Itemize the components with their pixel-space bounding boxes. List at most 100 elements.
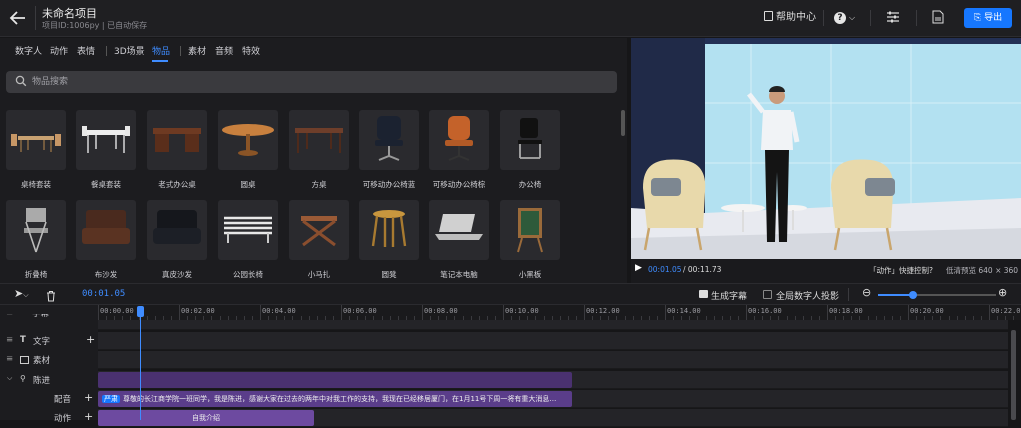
item-card[interactable]: 布沙发 xyxy=(76,200,136,280)
track-header-material[interactable]: ≡ 素材 xyxy=(0,351,98,370)
track-header-person[interactable]: ⌵ ⚲ 陈进 xyxy=(0,371,98,390)
tab-divider xyxy=(106,46,107,56)
tab-material[interactable]: 素材 xyxy=(188,44,206,57)
item-card[interactable]: 公园长椅 xyxy=(218,200,278,280)
item-card[interactable]: 圆凳 xyxy=(359,200,419,280)
help-center-label: 帮助中心 xyxy=(776,12,816,23)
search-input[interactable] xyxy=(32,74,592,90)
add-action-icon[interactable]: + xyxy=(84,410,93,423)
export-button[interactable]: ⎘ 导出 xyxy=(964,8,1012,28)
timeline-current-time: 00:01.05 xyxy=(82,289,126,299)
panel-scrollbar[interactable] xyxy=(621,110,625,136)
settings-sliders-icon[interactable] xyxy=(886,10,900,26)
ruler-tick xyxy=(98,305,99,320)
select-cursor-icon[interactable]: ➤⌵ xyxy=(14,287,29,300)
drag-handle-icon: ≡ xyxy=(6,314,13,318)
add-voice-icon[interactable]: + xyxy=(84,391,93,404)
preview-panel: ▶ 00:01.05 / 00:11.73 「动作」快捷控制? 低清预览 640… xyxy=(631,38,1021,283)
tab-3d-scene[interactable]: 3D场景 xyxy=(114,44,145,57)
track-header-text[interactable]: ≡ T 文字 + xyxy=(0,332,98,351)
question-menu-button[interactable]: ? ⌵ xyxy=(834,10,855,26)
tab-items[interactable]: 物品 xyxy=(152,44,170,57)
video-preview[interactable] xyxy=(631,38,1021,259)
action-shortcut-link[interactable]: 「动作」快捷控制? xyxy=(869,265,933,276)
item-card[interactable]: 圆桌 xyxy=(218,110,278,190)
item-card[interactable]: 方桌 xyxy=(289,110,349,190)
voice-clip-text: 尊敬的长江商学院一班同学，我是陈进，感谢大家在过去的两年中对我工作的支持，我现在… xyxy=(123,395,557,403)
item-card[interactable]: 桌椅套装 xyxy=(6,110,66,190)
item-card[interactable]: 笔记本电脑 xyxy=(429,200,489,280)
office-chair-thumbnail xyxy=(500,110,560,170)
ruler-tick xyxy=(908,305,909,320)
playhead[interactable] xyxy=(140,307,141,420)
tab-digital-human[interactable]: 数字人 xyxy=(15,44,42,57)
export-label: 导出 xyxy=(984,13,1003,23)
tab-audio[interactable]: 音频 xyxy=(215,44,233,57)
generate-subtitle-button[interactable]: 生成字幕 xyxy=(711,289,747,302)
item-label: 可移动办公椅棕 xyxy=(432,180,486,189)
action-lane[interactable]: 自我介绍 xyxy=(98,409,1008,427)
ruler-label: 00:06.00 xyxy=(343,307,377,315)
item-label: 桌椅套装 xyxy=(21,180,51,189)
timeline-scrollbar[interactable] xyxy=(1011,330,1016,420)
tab-action[interactable]: 动作 xyxy=(50,44,68,57)
item-card[interactable]: 小黑板 xyxy=(500,200,560,280)
zoom-slider-handle[interactable] xyxy=(909,291,918,299)
active-tab-underline xyxy=(152,60,168,62)
asset-panel: 数字人 动作 表情 3D场景 物品 素材 音频 特效 桌椅套装 餐桌套装 老式办… xyxy=(0,38,627,283)
text-lane[interactable] xyxy=(98,332,1008,350)
preview-quality[interactable]: 低清预览 640 × 360 xyxy=(946,265,1018,276)
laptop-thumbnail xyxy=(429,200,489,260)
timeline-tracks[interactable]: 严肃 尊敬的长江商学院一班同学，我是陈进，感谢大家在过去的两年中对我工作的支持，我… xyxy=(98,320,1021,427)
zoom-slider-fill xyxy=(878,294,914,296)
trash-icon[interactable] xyxy=(46,287,56,306)
item-search[interactable] xyxy=(6,71,617,93)
material-lane[interactable] xyxy=(98,351,1008,369)
playhead-handle[interactable] xyxy=(137,306,144,317)
text-type-icon: T xyxy=(20,335,26,345)
add-track-icon[interactable]: + xyxy=(86,333,95,346)
person-clip[interactable] xyxy=(98,372,572,388)
item-label: 折叠椅 xyxy=(24,270,48,279)
chevron-down-icon[interactable]: ⌵ xyxy=(7,374,12,383)
document-icon[interactable] xyxy=(932,10,944,26)
project-subtitle: 项目ID:1006py | 已自动保存 xyxy=(42,21,148,30)
item-label: 可移动办公椅蓝 xyxy=(362,180,416,189)
item-card[interactable]: 可移动办公椅棕 xyxy=(429,110,489,190)
ruler-tick xyxy=(746,305,747,320)
tab-expression[interactable]: 表情 xyxy=(77,44,95,57)
play-icon[interactable]: ▶ xyxy=(635,263,642,273)
tab-effects[interactable]: 特效 xyxy=(242,44,260,57)
zoom-slider[interactable] xyxy=(878,291,996,299)
help-center-button[interactable]: 帮助中心 xyxy=(764,10,816,26)
voice-clip[interactable]: 严肃 尊敬的长江商学院一班同学，我是陈进，感谢大家在过去的两年中对我工作的支持，我… xyxy=(98,391,572,407)
projection-checkbox[interactable] xyxy=(763,290,772,299)
track-header-subtitle[interactable]: ≡ 字幕 xyxy=(0,314,98,324)
preview-total-time: / 00:11.73 xyxy=(683,265,722,274)
timeline-ruler[interactable]: 00:00.00 00:02.00 00:04.00 00:06.00 00:08.00… xyxy=(98,305,1021,320)
track-header-action[interactable]: 动作 + xyxy=(0,409,98,428)
ruler-label: 00:22.00 xyxy=(991,307,1021,315)
office-chair-brown-thumbnail xyxy=(429,110,489,170)
item-card[interactable]: 老式办公桌 xyxy=(147,110,207,190)
ruler-tick xyxy=(584,305,585,320)
item-card[interactable]: 可移动办公椅蓝 xyxy=(359,110,419,190)
action-clip[interactable]: 自我介绍 xyxy=(98,410,314,426)
track-header-voice[interactable]: 配音 + xyxy=(0,390,98,409)
zoom-out-icon[interactable]: ⊖ xyxy=(862,286,871,299)
item-card[interactable]: 办公椅 xyxy=(500,110,560,190)
track-label: 文字 xyxy=(33,337,51,347)
project-title[interactable]: 未命名项目 xyxy=(42,5,97,21)
preview-current-time: 00:01.05 xyxy=(648,265,682,274)
item-card[interactable]: 小马扎 xyxy=(289,200,349,280)
back-arrow-icon[interactable] xyxy=(6,6,30,30)
item-card[interactable]: 餐桌套装 xyxy=(76,110,136,190)
ruler-tick xyxy=(341,305,342,320)
person-lane[interactable] xyxy=(98,371,1008,389)
item-card[interactable]: 真皮沙发 xyxy=(147,200,207,280)
voice-lane[interactable]: 严肃 尊敬的长江商学院一班同学，我是陈进，感谢大家在过去的两年中对我工作的支持，我… xyxy=(98,390,1008,408)
ruler-label: 00:04.00 xyxy=(262,307,296,315)
subtitle-lane[interactable] xyxy=(98,320,1008,330)
zoom-in-icon[interactable]: ⊕ xyxy=(998,286,1007,299)
item-card[interactable]: 折叠椅 xyxy=(6,200,66,280)
